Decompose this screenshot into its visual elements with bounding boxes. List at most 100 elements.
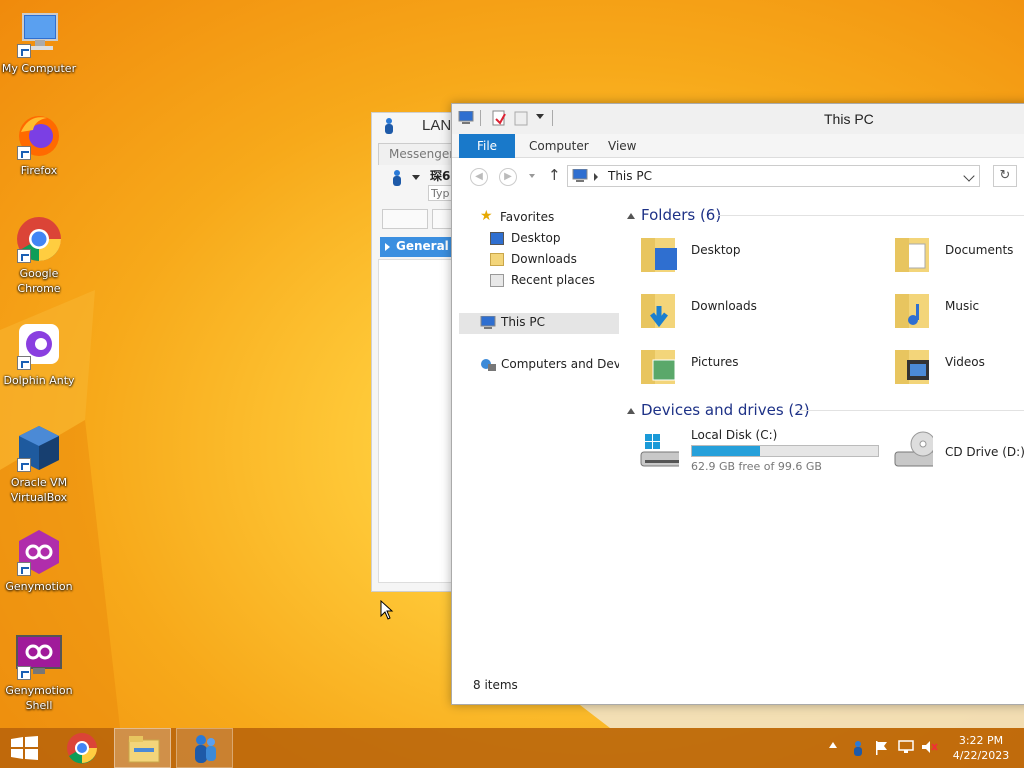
recent-locations-icon[interactable] — [529, 174, 535, 178]
item-name: Downloads — [691, 299, 757, 313]
chrome-icon — [67, 733, 97, 764]
computer-icon — [480, 315, 496, 329]
item-name: CD Drive (D:) — [945, 445, 1024, 459]
file-explorer-icon — [128, 736, 160, 763]
nav-this-pc[interactable]: This PC — [459, 313, 619, 334]
content-pane[interactable]: Folders (6) Desktop Documents Downloads … — [627, 200, 1024, 690]
address-text: This PC — [608, 169, 652, 183]
desktop-icon-firefox[interactable]: Firefox — [0, 112, 78, 178]
item-name: Documents — [945, 243, 1014, 257]
genymotion-shell-icon — [15, 632, 63, 680]
address-bar[interactable]: This PC — [567, 165, 980, 187]
desktop-icon-label: Genymotion — [5, 580, 73, 593]
group-general[interactable]: General — [380, 237, 456, 257]
hard-drive-icon — [640, 434, 679, 467]
chevron-down-icon[interactable] — [412, 175, 420, 180]
contact-list[interactable] — [378, 259, 460, 583]
folder-downloads[interactable]: Downloads — [633, 286, 883, 340]
desktop-icon-label: Google Chrome — [17, 267, 61, 295]
navigation-pane[interactable]: ★ Favorites Desktop Downloads Recent pla… — [459, 200, 619, 695]
desktop-icon-genymotion-shell[interactable]: Genymotion Shell — [0, 632, 78, 713]
properties-icon[interactable] — [492, 110, 506, 126]
documents-folder-icon — [895, 238, 929, 272]
chevron-down-icon[interactable] — [963, 170, 975, 182]
file-explorer-window[interactable]: This PC File Computer View ◀ ▶ ↑ This PC… — [451, 103, 1024, 705]
tab-messenger[interactable]: Messenger — [378, 143, 460, 165]
chrome-icon — [15, 215, 63, 263]
nav-favorites[interactable]: ★ Favorites — [459, 208, 619, 228]
shortcut-arrow-icon — [17, 562, 31, 576]
divider — [480, 110, 481, 126]
user-name: 琛6 — [430, 169, 451, 183]
lan-messenger-window[interactable]: LAN Messenger 琛6 General — [371, 112, 461, 592]
desktop-icon-label: Genymotion Shell — [5, 684, 73, 712]
shortcut-arrow-icon — [17, 458, 31, 472]
send-button[interactable] — [382, 209, 428, 229]
desktop-icon-label: Oracle VM VirtualBox — [10, 476, 68, 504]
desktop-folder-icon — [641, 238, 677, 272]
folder-documents[interactable]: Documents — [887, 230, 1024, 284]
nav-network[interactable]: Computers and Devices — [459, 355, 619, 375]
forward-button[interactable]: ▶ — [499, 168, 517, 186]
folder-music[interactable]: Music — [887, 286, 1024, 340]
address-bar-row: ◀ ▶ ↑ This PC ↻ — [452, 160, 1024, 192]
nav-downloads[interactable]: Downloads — [459, 250, 619, 270]
clock[interactable]: 3:22 PM 4/22/2023 — [946, 733, 1016, 763]
nav-recent-places[interactable]: Recent places — [459, 271, 619, 291]
show-hidden-icons-button[interactable] — [829, 742, 837, 748]
up-arrow-icon[interactable]: ↑ — [548, 166, 561, 184]
nav-label: This PC — [501, 315, 545, 329]
volume-muted-icon[interactable] — [921, 740, 938, 754]
nav-label: Downloads — [511, 252, 577, 266]
computer-icon — [458, 110, 474, 125]
desktop-icon-dolphin-anty[interactable]: Dolphin Anty — [0, 322, 78, 388]
folder-videos[interactable]: Videos — [887, 342, 1024, 396]
start-button[interactable] — [0, 728, 48, 768]
desktop-icon-label: Dolphin Anty — [3, 374, 75, 387]
downloads-icon — [490, 253, 504, 266]
clock-date: 4/22/2023 — [952, 749, 1010, 762]
tab-file[interactable]: File — [459, 134, 515, 158]
star-icon: ★ — [480, 208, 493, 224]
divider — [717, 215, 1024, 216]
drive-cd-d[interactable]: CD Drive (D:) — [887, 426, 1024, 480]
tab-view[interactable]: View — [594, 134, 650, 158]
title-bar[interactable]: This PC — [452, 104, 1024, 134]
folder-pictures[interactable]: Pictures — [633, 342, 883, 396]
disk-usage-bar — [691, 445, 879, 457]
lan-tray-icon[interactable] — [851, 740, 865, 756]
folder-desktop[interactable]: Desktop — [633, 230, 883, 284]
divider — [797, 410, 1024, 411]
desktop-icon — [490, 232, 504, 245]
network-icon[interactable] — [898, 740, 914, 754]
quick-access-dropdown-icon[interactable] — [536, 114, 544, 119]
refresh-button[interactable]: ↻ — [993, 165, 1017, 187]
nav-label: Favorites — [500, 210, 555, 224]
mouse-cursor-icon — [380, 600, 394, 620]
lan-app-icon — [382, 117, 396, 135]
item-name: Desktop — [691, 243, 741, 257]
computer-icon — [572, 168, 588, 183]
recent-places-icon — [490, 274, 504, 287]
disk-usage-fill — [692, 446, 761, 456]
cd-drive-icon — [894, 431, 933, 467]
desktop-icon-chrome[interactable]: Google Chrome — [0, 215, 78, 296]
action-center-flag-icon[interactable] — [874, 740, 888, 755]
desktop-icon-label: My Computer — [1, 62, 77, 75]
desktop-icon-genymotion[interactable]: Genymotion — [0, 528, 78, 594]
breadcrumb-arrow-icon[interactable] — [594, 173, 598, 181]
taskbar-chrome[interactable] — [56, 728, 108, 768]
drive-local-disk-c[interactable]: Local Disk (C:) 62.9 GB free of 99.6 GB — [633, 426, 883, 480]
tab-computer[interactable]: Computer — [515, 134, 603, 158]
taskbar-file-explorer[interactable] — [114, 728, 171, 768]
taskbar-lan-messenger[interactable] — [176, 728, 233, 768]
ribbon-tabs: File Computer View — [452, 134, 1024, 158]
videos-folder-icon — [895, 350, 929, 384]
desktop-icon-my-computer[interactable]: My Computer — [0, 10, 78, 76]
back-button[interactable]: ◀ — [470, 168, 488, 186]
desktop-icon-virtualbox[interactable]: Oracle VM VirtualBox — [0, 424, 78, 505]
new-folder-icon[interactable] — [514, 110, 528, 126]
shortcut-arrow-icon — [17, 146, 31, 160]
nav-desktop[interactable]: Desktop — [459, 229, 619, 249]
user-status-icon[interactable] — [390, 169, 404, 187]
